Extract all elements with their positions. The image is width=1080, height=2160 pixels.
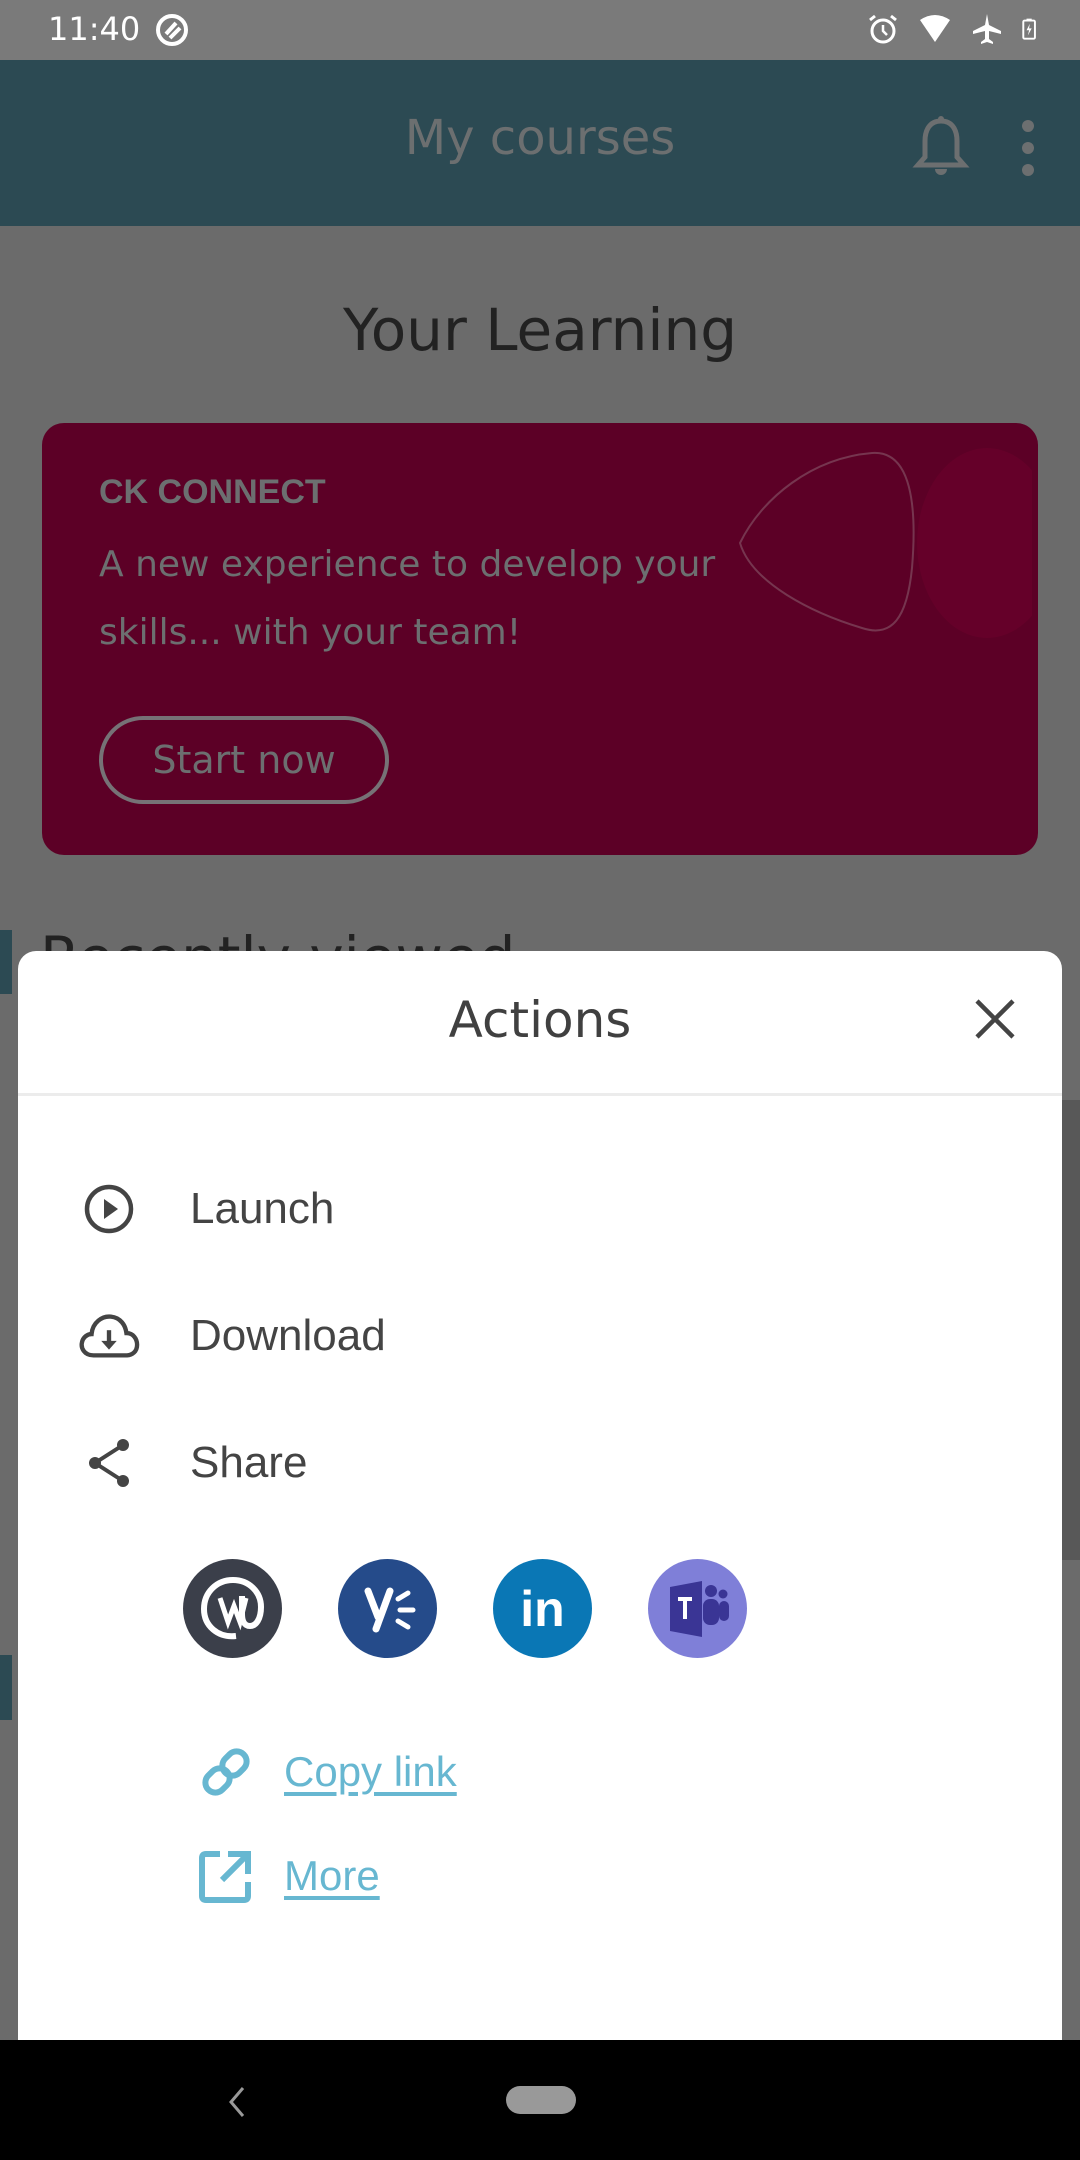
yammer-icon (364, 1587, 415, 1632)
play-circle-icon (84, 1184, 134, 1234)
status-bar: 11:40 (0, 0, 1080, 60)
promo-kicker: CK CONNECT (99, 473, 326, 511)
app-notification-icon (156, 14, 188, 46)
teams-icon (669, 1580, 729, 1637)
close-icon[interactable] (973, 997, 1017, 1041)
share-action[interactable]: Share (78, 1423, 307, 1503)
sheet-title: Actions (448, 991, 632, 1049)
action-label: Share (190, 1438, 308, 1487)
more-vert-icon[interactable] (1010, 118, 1046, 178)
workplace-share-button[interactable] (183, 1559, 282, 1658)
cloud-download-icon (79, 1314, 140, 1358)
more-label[interactable]: More (284, 1852, 380, 1900)
open-external-icon (199, 1851, 251, 1903)
section-accent (0, 930, 12, 994)
system-nav-bar (0, 2040, 1080, 2160)
start-now-button[interactable]: Start now (99, 716, 389, 804)
yammer-share-button[interactable] (338, 1559, 437, 1658)
wifi-icon (920, 15, 950, 42)
sheet-header: Actions (18, 951, 1062, 1096)
alarm-icon (869, 14, 897, 44)
app-bar: My courses (0, 60, 1080, 226)
share-targets: in (183, 1559, 747, 1658)
battery-charging-icon (1022, 18, 1036, 40)
more-link[interactable]: More (198, 1848, 380, 1904)
teams-share-button[interactable] (648, 1559, 747, 1658)
workplace-icon (200, 1576, 264, 1639)
action-label: Download (190, 1311, 386, 1360)
share-icon (89, 1439, 129, 1487)
linkedin-icon: in (520, 1580, 565, 1637)
decorative-shape-icon (738, 448, 1032, 638)
home-pill[interactable] (506, 2086, 576, 2114)
promo-description: A new experience to develop your skills.… (99, 544, 716, 653)
course-card-peek[interactable] (1060, 1100, 1080, 1560)
back-icon[interactable] (225, 2084, 249, 2120)
linkedin-share-button[interactable]: in (493, 1559, 592, 1658)
status-icons (866, 12, 1044, 46)
copy-link[interactable]: Copy link (198, 1744, 457, 1800)
action-label: Launch (190, 1184, 335, 1233)
download-action[interactable]: Download (78, 1296, 386, 1376)
actions-sheet: Actions Launch Download Share in Copy li… (18, 951, 1062, 2040)
link-icon (202, 1748, 250, 1796)
airplane-mode-icon (973, 14, 1001, 44)
section-accent (0, 1655, 12, 1720)
status-time: 11:40 (48, 10, 141, 48)
promo-card: CK CONNECT A new experience to develop y… (42, 423, 1038, 855)
bell-icon[interactable] (912, 115, 970, 177)
copy-link-label[interactable]: Copy link (284, 1748, 457, 1796)
launch-action[interactable]: Launch (78, 1169, 334, 1249)
page-heading: Your Learning (342, 296, 738, 364)
